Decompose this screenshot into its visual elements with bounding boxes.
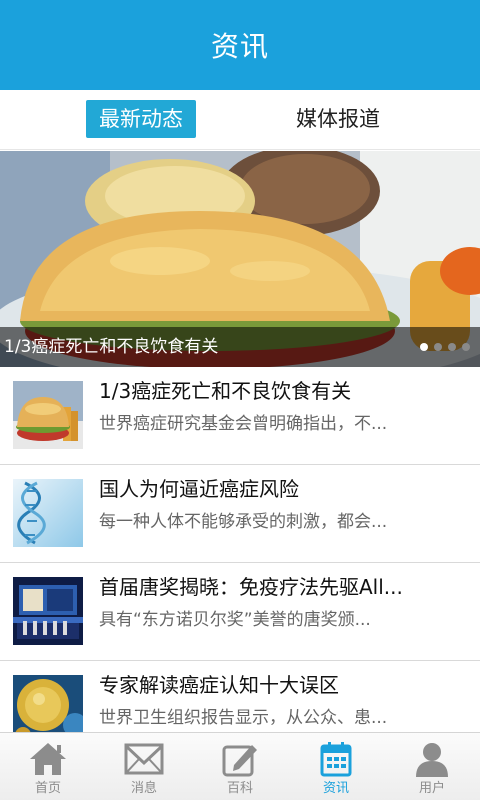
nav-label: 资讯 bbox=[322, 781, 349, 796]
news-list: 1/3癌症死亡和不良饮食有关 世界癌症研究基金会曾明确指出，不... 国人为何逼… bbox=[0, 367, 480, 759]
calendar-icon bbox=[320, 742, 352, 777]
nav-item-user[interactable]: 用户 bbox=[384, 733, 480, 800]
news-thumbnail-ceremony bbox=[13, 577, 83, 645]
carousel-dots bbox=[420, 343, 470, 351]
home-icon bbox=[30, 743, 66, 775]
nav-item-news[interactable]: 资讯 bbox=[288, 733, 384, 800]
nav-item-messages[interactable]: 消息 bbox=[96, 733, 192, 800]
tab-latest-news[interactable]: 最新动态 bbox=[86, 100, 196, 138]
banner-carousel[interactable]: 1/3癌症死亡和不良饮食有关 bbox=[0, 151, 480, 367]
news-title: 专家解读癌症认知十大误区 bbox=[99, 673, 339, 697]
news-thumbnail-dna bbox=[13, 479, 83, 547]
news-title: 首届唐奖揭晓：免疫疗法先驱All... bbox=[99, 575, 403, 599]
news-summary: 世界癌症研究基金会曾明确指出，不... bbox=[99, 414, 388, 434]
carousel-dot[interactable] bbox=[420, 343, 428, 351]
carousel-dot[interactable] bbox=[462, 343, 470, 351]
nav-label: 首页 bbox=[34, 781, 61, 796]
carousel-dot[interactable] bbox=[434, 343, 442, 351]
nav-label: 百科 bbox=[226, 781, 253, 796]
edit-icon bbox=[222, 745, 257, 777]
news-item[interactable]: 首届唐奖揭晓：免疫疗法先驱All... 具有“东方诺贝尔奖”美誉的唐奖颁... bbox=[0, 563, 480, 661]
app-header: 资讯 bbox=[0, 0, 480, 90]
nav-item-home[interactable]: 首页 bbox=[0, 733, 96, 800]
nav-label: 消息 bbox=[130, 781, 157, 796]
user-icon bbox=[416, 743, 448, 777]
bottom-nav: 首页 消息 百科 资讯 用户 bbox=[0, 732, 480, 800]
news-summary: 每一种人体不能够承受的刺激，都会... bbox=[99, 512, 388, 532]
tab-media-reports[interactable]: 媒体报道 bbox=[282, 100, 394, 138]
carousel-dot[interactable] bbox=[448, 343, 456, 351]
mail-icon bbox=[124, 743, 164, 775]
news-item[interactable]: 1/3癌症死亡和不良饮食有关 世界癌症研究基金会曾明确指出，不... bbox=[0, 367, 480, 465]
news-title: 国人为何逼近癌症风险 bbox=[99, 477, 299, 501]
news-item[interactable]: 国人为何逼近癌症风险 每一种人体不能够承受的刺激，都会... bbox=[0, 465, 480, 563]
news-summary: 世界卫生组织报告显示，从公众、患... bbox=[99, 708, 388, 728]
news-title: 1/3癌症死亡和不良饮食有关 bbox=[99, 379, 352, 403]
page-title: 资讯 bbox=[210, 30, 269, 63]
news-summary: 具有“东方诺贝尔奖”美誉的唐奖颁... bbox=[99, 610, 371, 630]
tab-bar: 最新动态 媒体报道 bbox=[0, 90, 480, 150]
banner-caption-bar: 1/3癌症死亡和不良饮食有关 bbox=[0, 327, 480, 367]
banner-caption: 1/3癌症死亡和不良饮食有关 bbox=[4, 337, 219, 357]
nav-item-encyclopedia[interactable]: 百科 bbox=[192, 733, 288, 800]
nav-label: 用户 bbox=[418, 781, 445, 796]
news-thumbnail-burger bbox=[13, 381, 83, 449]
